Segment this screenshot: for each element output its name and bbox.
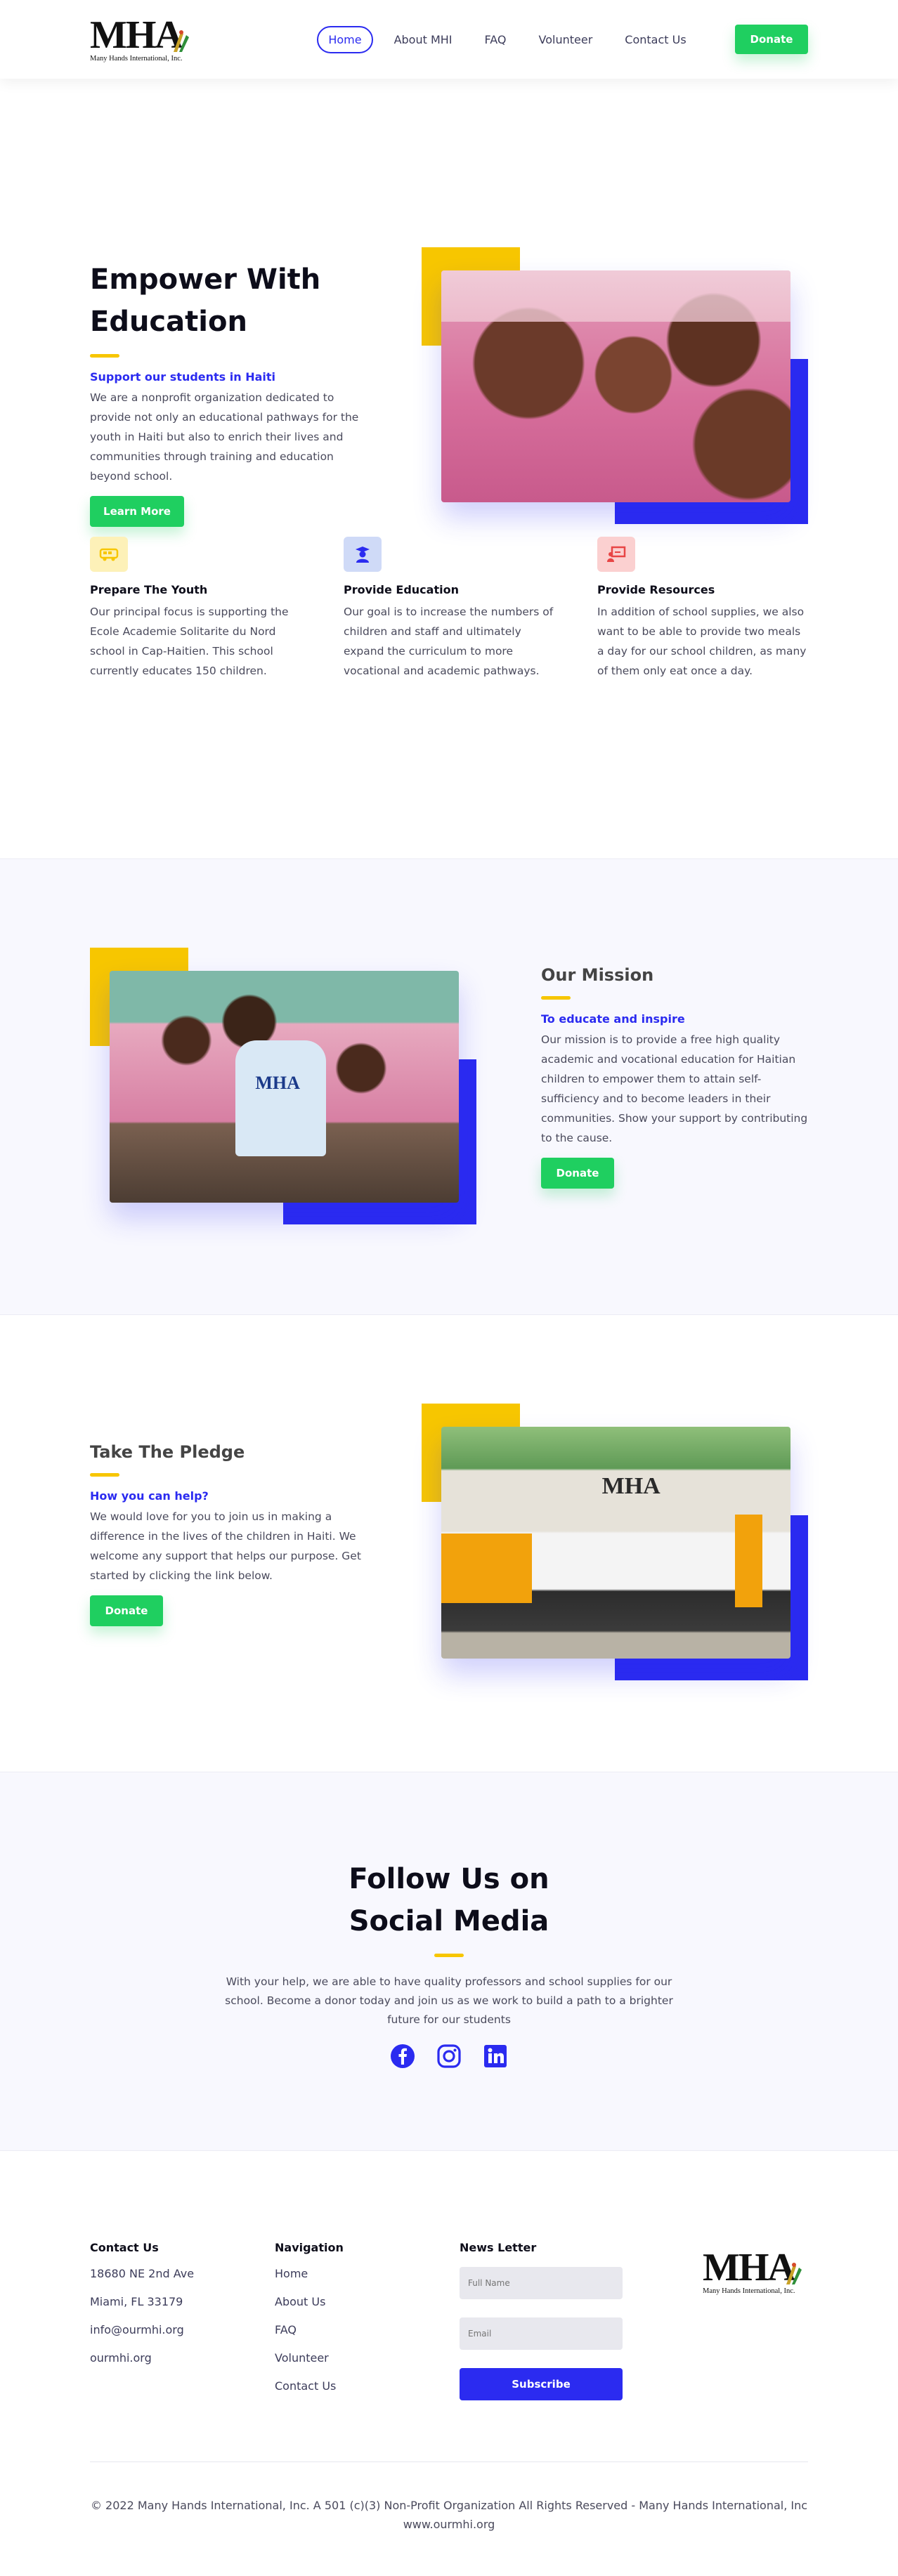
address-line: 18680 NE 2nd Ave bbox=[90, 2267, 195, 2280]
nav-faq[interactable]: FAQ bbox=[474, 26, 518, 53]
feature-title: Provide Education bbox=[344, 583, 459, 596]
email-input[interactable] bbox=[460, 2317, 623, 2350]
graduate-icon bbox=[356, 547, 370, 563]
mission-section: MHA Our Mission To educate and inspire O… bbox=[0, 858, 898, 1315]
hero-image-group bbox=[422, 247, 808, 525]
hero-section: Empower With Education Support our stude… bbox=[0, 79, 898, 527]
social-title: Follow Us on Social Media bbox=[349, 1863, 549, 1937]
photo-sign-text: MHA bbox=[601, 1473, 661, 1499]
site-footer: Contact Us 18680 NE 2nd Ave Miami, FL 33… bbox=[0, 2151, 898, 2576]
pledge-donate-button[interactable]: Donate bbox=[90, 1595, 163, 1626]
mission-image-group: MHA bbox=[90, 948, 476, 1225]
pledge-section: Take The Pledge How you can help? We wou… bbox=[0, 1315, 898, 1772]
features-section: Prepare The Youth Our principal focus is… bbox=[0, 486, 898, 858]
website-link[interactable]: ourmhi.org bbox=[90, 2351, 275, 2365]
email-link[interactable]: info@ourmhi.org bbox=[90, 2323, 275, 2337]
feature-text: Our goal is to increase the numbers of c… bbox=[344, 606, 554, 677]
city-line: Miami, FL 33179 bbox=[90, 2295, 183, 2308]
footer-link-home[interactable]: Home bbox=[275, 2267, 460, 2281]
site-header: MHA Many Hands International, Inc. Home … bbox=[0, 0, 898, 79]
feature-text: Our principal focus is supporting the Ec… bbox=[90, 606, 289, 677]
social-links bbox=[0, 2044, 898, 2069]
logo-text: MHA bbox=[90, 13, 183, 57]
school-bus-icon bbox=[99, 548, 119, 561]
feature-provide-education: Provide Education Our goal is to increas… bbox=[344, 537, 554, 681]
subscribe-button[interactable]: Subscribe bbox=[460, 2368, 623, 2400]
mission-title: Our Mission bbox=[541, 965, 654, 985]
full-name-input[interactable] bbox=[460, 2267, 623, 2299]
feature-prepare-youth: Prepare The Youth Our principal focus is… bbox=[90, 537, 301, 681]
hands-icon bbox=[786, 2263, 802, 2284]
feature-text: In addition of school supplies, we also … bbox=[597, 606, 807, 677]
nav-home[interactable]: Home bbox=[317, 25, 373, 53]
logo-subtitle: Many Hands International, Inc. bbox=[90, 54, 183, 63]
footer-heading: News Letter bbox=[460, 2241, 537, 2254]
mission-text: Our mission is to provide a free high qu… bbox=[541, 1033, 808, 1144]
nav-volunteer[interactable]: Volunteer bbox=[528, 26, 604, 53]
footer-heading: Navigation bbox=[275, 2241, 344, 2254]
hands-icon bbox=[173, 30, 189, 52]
hero-title: Empower With Education bbox=[90, 263, 321, 338]
nav-contact[interactable]: Contact Us bbox=[613, 26, 697, 53]
social-text: With your help, we are able to have qual… bbox=[225, 1975, 673, 2026]
logo-text: MHA bbox=[703, 2246, 796, 2289]
title-underline bbox=[90, 1473, 119, 1477]
copyright-text: © 2022 Many Hands International, Inc. A … bbox=[90, 2499, 808, 2531]
footer-logo[interactable]: MHA Many Hands International, Inc. bbox=[703, 2241, 808, 2452]
footer-link-faq[interactable]: FAQ bbox=[275, 2323, 460, 2337]
title-underline bbox=[541, 996, 571, 1000]
footer-contact: Contact Us 18680 NE 2nd Ave Miami, FL 33… bbox=[90, 2241, 275, 2452]
feature-provide-resources: Provide Resources In addition of school … bbox=[597, 537, 808, 681]
pledge-subtitle: How you can help? bbox=[90, 1489, 209, 1503]
social-section: Follow Us on Social Media With your help… bbox=[0, 1772, 898, 2151]
footer-link-volunteer[interactable]: Volunteer bbox=[275, 2351, 460, 2365]
pledge-title: Take The Pledge bbox=[90, 1442, 245, 1462]
mission-subtitle: To educate and inspire bbox=[541, 1012, 685, 1026]
footer-navigation: Navigation Home About Us FAQ Volunteer C… bbox=[275, 2241, 460, 2452]
hero-text: We are a nonprofit organization dedicate… bbox=[90, 391, 359, 483]
instagram-icon[interactable] bbox=[436, 2044, 462, 2069]
logo[interactable]: MHA Many Hands International, Inc. bbox=[90, 13, 195, 63]
shirt-logo-text: MHA bbox=[255, 1073, 300, 1094]
teacher-board-icon bbox=[607, 546, 626, 562]
title-underline bbox=[90, 354, 119, 358]
pledge-image-group: MHA bbox=[422, 1404, 808, 1681]
hero-subtitle: Support our students in Haiti bbox=[90, 370, 276, 384]
pledge-photo-group: MHA bbox=[441, 1427, 790, 1659]
feature-title: Provide Resources bbox=[597, 583, 715, 596]
title-underline bbox=[434, 1954, 464, 1957]
logo-subtitle: Many Hands International, Inc. bbox=[703, 2287, 795, 2295]
footer-newsletter: News Letter Subscribe bbox=[460, 2241, 644, 2452]
feature-title: Prepare The Youth bbox=[90, 583, 208, 596]
hero-photo-children bbox=[441, 270, 790, 502]
header-donate-button[interactable]: Donate bbox=[734, 25, 808, 54]
pledge-text: We would love for you to join us in maki… bbox=[90, 1510, 361, 1582]
mission-photo: MHA bbox=[110, 971, 459, 1203]
main-nav: Home About MHI FAQ Volunteer Contact Us bbox=[317, 25, 697, 53]
facebook-icon[interactable] bbox=[390, 2044, 415, 2069]
nav-about[interactable]: About MHI bbox=[383, 26, 464, 53]
footer-link-contact[interactable]: Contact Us bbox=[275, 2379, 460, 2393]
footer-heading: Contact Us bbox=[90, 2241, 159, 2254]
footer-link-about[interactable]: About Us bbox=[275, 2295, 460, 2309]
linkedin-icon[interactable] bbox=[483, 2044, 508, 2069]
mission-donate-button[interactable]: Donate bbox=[541, 1158, 614, 1189]
